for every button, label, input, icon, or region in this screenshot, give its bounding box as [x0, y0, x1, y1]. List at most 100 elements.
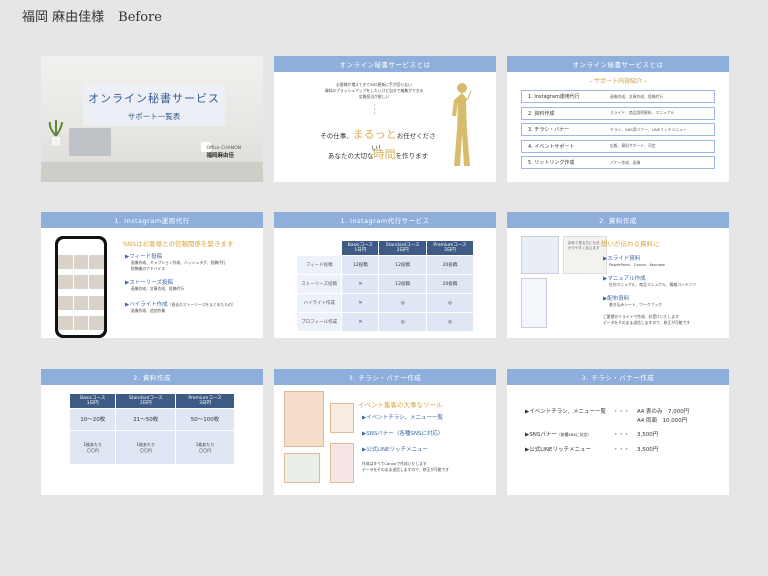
doc-item-desc: 社内マニュアル、商品マニュアル、情報コンテンツ: [609, 282, 697, 287]
slide-2-intro[interactable]: オンライン秘書サービスとは お客様が増えてきてSNS更新に手が回らない 資料のブ…: [274, 56, 496, 182]
service-row: 3. チラシ・バナー チラシ、SNS用バナー、LINEリッチメニュー: [521, 123, 715, 136]
plan-header: Basicコース 1日円: [341, 240, 380, 256]
service-label: 2. 資料作成: [528, 110, 555, 117]
slide-6-documents[interactable]: 2. 資料作成 初めて見る方にも分かりやすく伝えます 想いが伝わる資料に ▶スラ…: [507, 212, 729, 338]
slide-header: 3. チラシ・バナー作成: [274, 369, 496, 385]
cell: ◎: [425, 312, 475, 332]
thumbnail-text: 初めて見る方にも分かりやすく伝えます: [568, 241, 600, 250]
plan-header: Standardコース 2日円: [378, 240, 427, 256]
price-label-text: ▶SNSバナー: [525, 432, 557, 438]
doc-item-title: ▶スライド資料: [603, 256, 641, 262]
doc-item-title: ▶配布資料: [603, 296, 630, 302]
cell: 20投稿: [425, 255, 475, 275]
price-label: ▶SNSバナー（各種SNSに対応）: [525, 430, 591, 438]
slide-4-instagram[interactable]: 1. Instagram運用代行 SNSはお客様との信頼関係を築きます ▶フィー…: [41, 212, 263, 338]
price-value: 3,500円: [637, 447, 659, 453]
service-label: 4. イベントサポート: [528, 143, 575, 150]
documents-footnote: ご要望のリライトで作成、お受けいたします データをそのまま送信しますので、修正が…: [603, 314, 690, 325]
flyer-footnote: 作成はすべてCanvaで作成いたします データをそのまま送信しますので、修正が可…: [362, 461, 449, 472]
instagram-plan-table: Basicコース 1日円 Standardコース 2日円 Premiumコース …: [295, 240, 475, 332]
doc-item-desc: PowerPoint、Canva、Keynote: [609, 262, 665, 267]
slide-9-flyer-pricing[interactable]: 3. チラシ・バナー作成 ▶イベントチラシ、メニュー一覧 ・・・ A4 表のみ …: [507, 369, 729, 495]
foot-line: データをそのまま送信しますので、修正が可能です: [362, 466, 450, 472]
desk-photo: [41, 162, 263, 182]
service-row: 5. リットリング作成 パナー作成、画像: [521, 156, 715, 169]
foot-line: ご要望のリライトで作成、お受けいたします: [603, 314, 679, 319]
phone-mockup-icon: [55, 236, 107, 338]
service-label: 3. チラシ・バナー: [528, 127, 570, 133]
highlight-note: （過去のストーリーズをまとめたもの）: [167, 302, 236, 307]
plant-icon: [48, 120, 63, 146]
slide-1-cover[interactable]: オンライン秘書サービス サポート一覧表 Office CHANON 福岡麻由佳: [41, 56, 263, 182]
service-label: 1. Instagram運用代行: [528, 94, 580, 100]
flyer-heading: イベント集客の大事なツール: [358, 401, 443, 409]
desc-line: 画像作成、キャプション作成、ハッシュタグ、投稿代行: [131, 260, 226, 265]
dots: ・・・: [372, 103, 378, 117]
flyer-item: ▶公式LINEリッチメニュー: [362, 447, 429, 453]
cell: ◎: [378, 293, 427, 313]
slide-header: オンライン秘書サービスとは: [274, 56, 496, 72]
cell: 12投稿: [378, 255, 427, 275]
slide-header: 2. 資料作成: [41, 369, 263, 385]
row-label: ハイライト作成: [295, 293, 343, 313]
flyer-item: ▶イベントチラシ、メニュー一覧: [362, 415, 444, 421]
cell: ✕: [341, 312, 380, 332]
page-range: 10～20枚: [68, 408, 117, 431]
service-row: 1. Instagram運用代行 画像作成、文章作成、投稿代行: [521, 90, 715, 103]
plan-header: Premiumコース 3日円: [175, 393, 235, 409]
slide-3-overview[interactable]: オンライン秘書サービスとは – サポート内容紹介 – 1. Instagram運…: [507, 56, 729, 182]
client-name: 福岡 麻由佳様: [22, 10, 105, 25]
flyer-sample-thumbnail: [284, 391, 324, 447]
price-value: A4 表のみ 7,000円: [637, 409, 690, 415]
catch-line-2: あなたの大切な時間を作ります: [308, 146, 448, 162]
cell: ✕: [341, 274, 380, 294]
service-desc: 広報、資料サポート、司会: [610, 143, 656, 148]
price-label: ▶イベントチラシ、メニュー一覧: [525, 409, 607, 415]
cell: ✕: [341, 293, 380, 313]
cell: ◎: [425, 293, 475, 313]
service-label: 5. リットリング作成: [528, 160, 575, 166]
problem-line: 広報担当が欲しい: [358, 94, 390, 99]
desc-line: 投稿後のアドバイス: [131, 265, 166, 271]
catch-text: を作ります: [395, 152, 429, 160]
documents-plan-table: Basicコース 1日円 Standardコース 2日円 Premiumコース …: [68, 393, 235, 465]
page-range: 21～50枚: [115, 408, 177, 431]
slide-header: 2. 資料作成: [507, 212, 729, 228]
plan-header: Standardコース 2日円: [115, 393, 177, 409]
price-value: 3,500円: [637, 432, 659, 438]
price-dots: ・・・: [613, 432, 630, 438]
slide-5-instagram-pricing[interactable]: 1. Instagram代行サービス Basicコース 1日円 Standard…: [274, 212, 496, 338]
woman-silhouette-icon: [452, 83, 472, 166]
slide-header: 3. チラシ・バナー作成: [507, 369, 729, 385]
feed-desc: 画像作成、キャプション作成、ハッシュタグ、投稿代行 投稿後のアドバイス: [131, 260, 226, 271]
slide-header: 1. Instagram代行サービス: [274, 212, 496, 228]
support-subtitle: – サポート内容紹介 –: [589, 78, 647, 85]
laptop-icon: [69, 128, 111, 156]
price-label-note: （各種SNSに対応）: [556, 432, 592, 437]
feed-title: ▶フィード投稿: [125, 254, 163, 260]
instagram-heading: SNSはお客様との信頼関係を築きます: [123, 240, 234, 248]
doc-item-desc: 書き込みシート、ワークブック: [609, 302, 663, 307]
row-label: プロフィール作成: [295, 312, 343, 332]
cell: 12投稿: [341, 255, 380, 275]
banner-sample-thumbnail: [284, 453, 320, 483]
stories-desc: 画像作成、文章作成、投稿代行: [131, 286, 185, 291]
service-desc: チラシ、SNS用バナー、LINEリッチメニュー: [610, 126, 687, 132]
slide-8-flyers[interactable]: 3. チラシ・バナー作成 イベント集客の大事なツール ▶イベントチラシ、メニュー…: [274, 369, 496, 495]
foot-line: データをそのまま送信しますので、修正が可能です: [603, 319, 691, 325]
page-range: 50～100枚: [175, 408, 235, 431]
author-name: 福岡麻由佳: [206, 153, 235, 159]
slide-thumbnail: [521, 236, 559, 274]
manual-thumbnail: [521, 278, 547, 328]
cover-title: オンライン秘書サービス: [88, 92, 220, 105]
cell: 20投稿: [425, 274, 475, 294]
slide-7-documents-pricing[interactable]: 2. 資料作成 Basicコース 1日円 Standardコース 2日円 Pre…: [41, 369, 263, 495]
service-desc: 画像作成、文章作成、投稿代行: [610, 93, 664, 99]
slide-header: オンライン秘書サービスとは: [507, 56, 729, 72]
cell: ◎: [378, 312, 427, 332]
page-title: 福岡 麻由佳様 Before: [22, 6, 162, 25]
catch-emphasis: 時間: [373, 148, 396, 161]
catch-text: その仕事、: [320, 132, 353, 140]
price-label: ▶公式LINEリッチメニュー: [525, 447, 592, 453]
service-desc: パナー作成、画像: [610, 159, 641, 165]
